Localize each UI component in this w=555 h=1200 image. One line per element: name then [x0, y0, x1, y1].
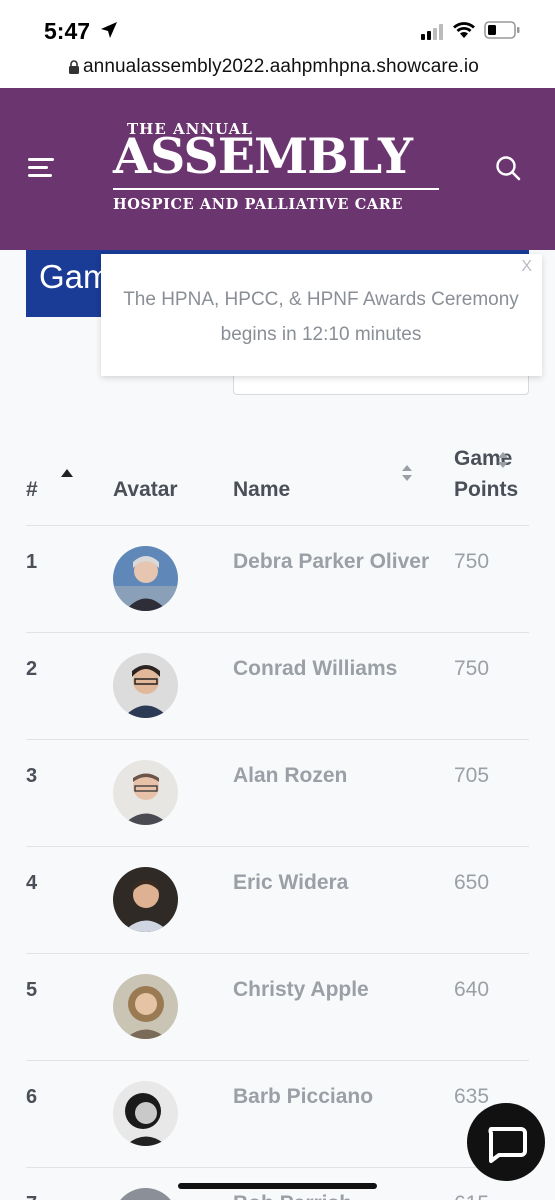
header-divider [26, 525, 529, 526]
column-header-avatar: Avatar [113, 478, 178, 501]
wifi-icon [453, 22, 475, 38]
battery-icon [484, 21, 520, 39]
player-points: 705 [454, 764, 490, 787]
row-divider [26, 1060, 529, 1061]
row-rank: 6 [26, 1086, 38, 1108]
player-name: Debra Parker Oliver [233, 550, 430, 573]
logo-sub-text: HOSPICE AND PALLIATIVE CARE [113, 196, 404, 213]
logo-divider [113, 188, 439, 190]
sort-ascending-icon[interactable] [61, 469, 73, 477]
avatar [113, 653, 178, 718]
row-divider [26, 846, 529, 847]
avatar [113, 1081, 178, 1146]
player-points: 615 [454, 1192, 489, 1200]
chat-button[interactable] [467, 1103, 545, 1181]
column-header-rank[interactable]: # [26, 478, 38, 502]
url-text: annualassembly2022.aahpmhpna.showcare.io [83, 56, 479, 77]
avatar [113, 1188, 178, 1200]
player-name: Conrad Williams [233, 657, 398, 680]
hamburger-menu-icon[interactable] [28, 158, 56, 180]
player-name: Alan Rozen [233, 764, 348, 787]
chat-bubble-icon [488, 1127, 527, 1163]
player-name: Eric Widera [233, 871, 349, 894]
home-indicator[interactable] [178, 1183, 377, 1189]
cellular-signal-icon [421, 24, 443, 40]
player-points: 640 [454, 978, 490, 1001]
player-points: 750 [454, 657, 490, 680]
column-header-name[interactable]: Name [233, 478, 290, 502]
row-divider [26, 739, 529, 740]
row-rank: 2 [26, 658, 38, 680]
location-arrow-icon [101, 22, 117, 38]
status-bar: 5:47 [0, 0, 555, 56]
site-header: THE ANNUAL ASSEMBLY HOSPICE AND PALLIATI… [0, 88, 555, 250]
column-header-points-line2[interactable]: Points [454, 478, 518, 502]
logo-main-text: ASSEMBLY [113, 127, 413, 185]
toast-message: The HPNA, HPCC, & HPNF Awards Ceremony b… [123, 289, 519, 345]
avatar [113, 867, 178, 932]
toast-close-button[interactable]: X [521, 258, 532, 276]
player-name: Bob Parrish [233, 1188, 433, 1200]
sort-toggle-icon[interactable] [497, 452, 509, 468]
clock: 5:47 [44, 18, 91, 44]
page-title: Gam [39, 258, 111, 295]
row-rank: 4 [26, 872, 38, 894]
lock-icon [69, 60, 79, 74]
row-rank: 5 [26, 979, 38, 1001]
notification-toast: X The HPNA, HPCC, & HPNF Awards Ceremony… [101, 254, 542, 376]
player-name: Barb Picciano [233, 1085, 374, 1108]
row-divider [26, 953, 529, 954]
row-rank: 7 [26, 1193, 37, 1200]
sort-toggle-icon[interactable] [401, 465, 413, 481]
avatar [113, 974, 178, 1039]
player-points: 650 [454, 871, 490, 894]
avatar [113, 546, 178, 611]
row-rank: 3 [26, 765, 38, 787]
search-icon[interactable] [494, 154, 522, 182]
row-divider [26, 632, 529, 633]
row-rank: 1 [26, 551, 38, 573]
row-divider [26, 1167, 529, 1168]
avatar [113, 760, 178, 825]
address-bar[interactable]: annualassembly2022.aahpmhpna.showcare.io [0, 56, 555, 88]
player-points: 750 [454, 550, 490, 573]
player-name: Christy Apple [233, 978, 369, 1001]
